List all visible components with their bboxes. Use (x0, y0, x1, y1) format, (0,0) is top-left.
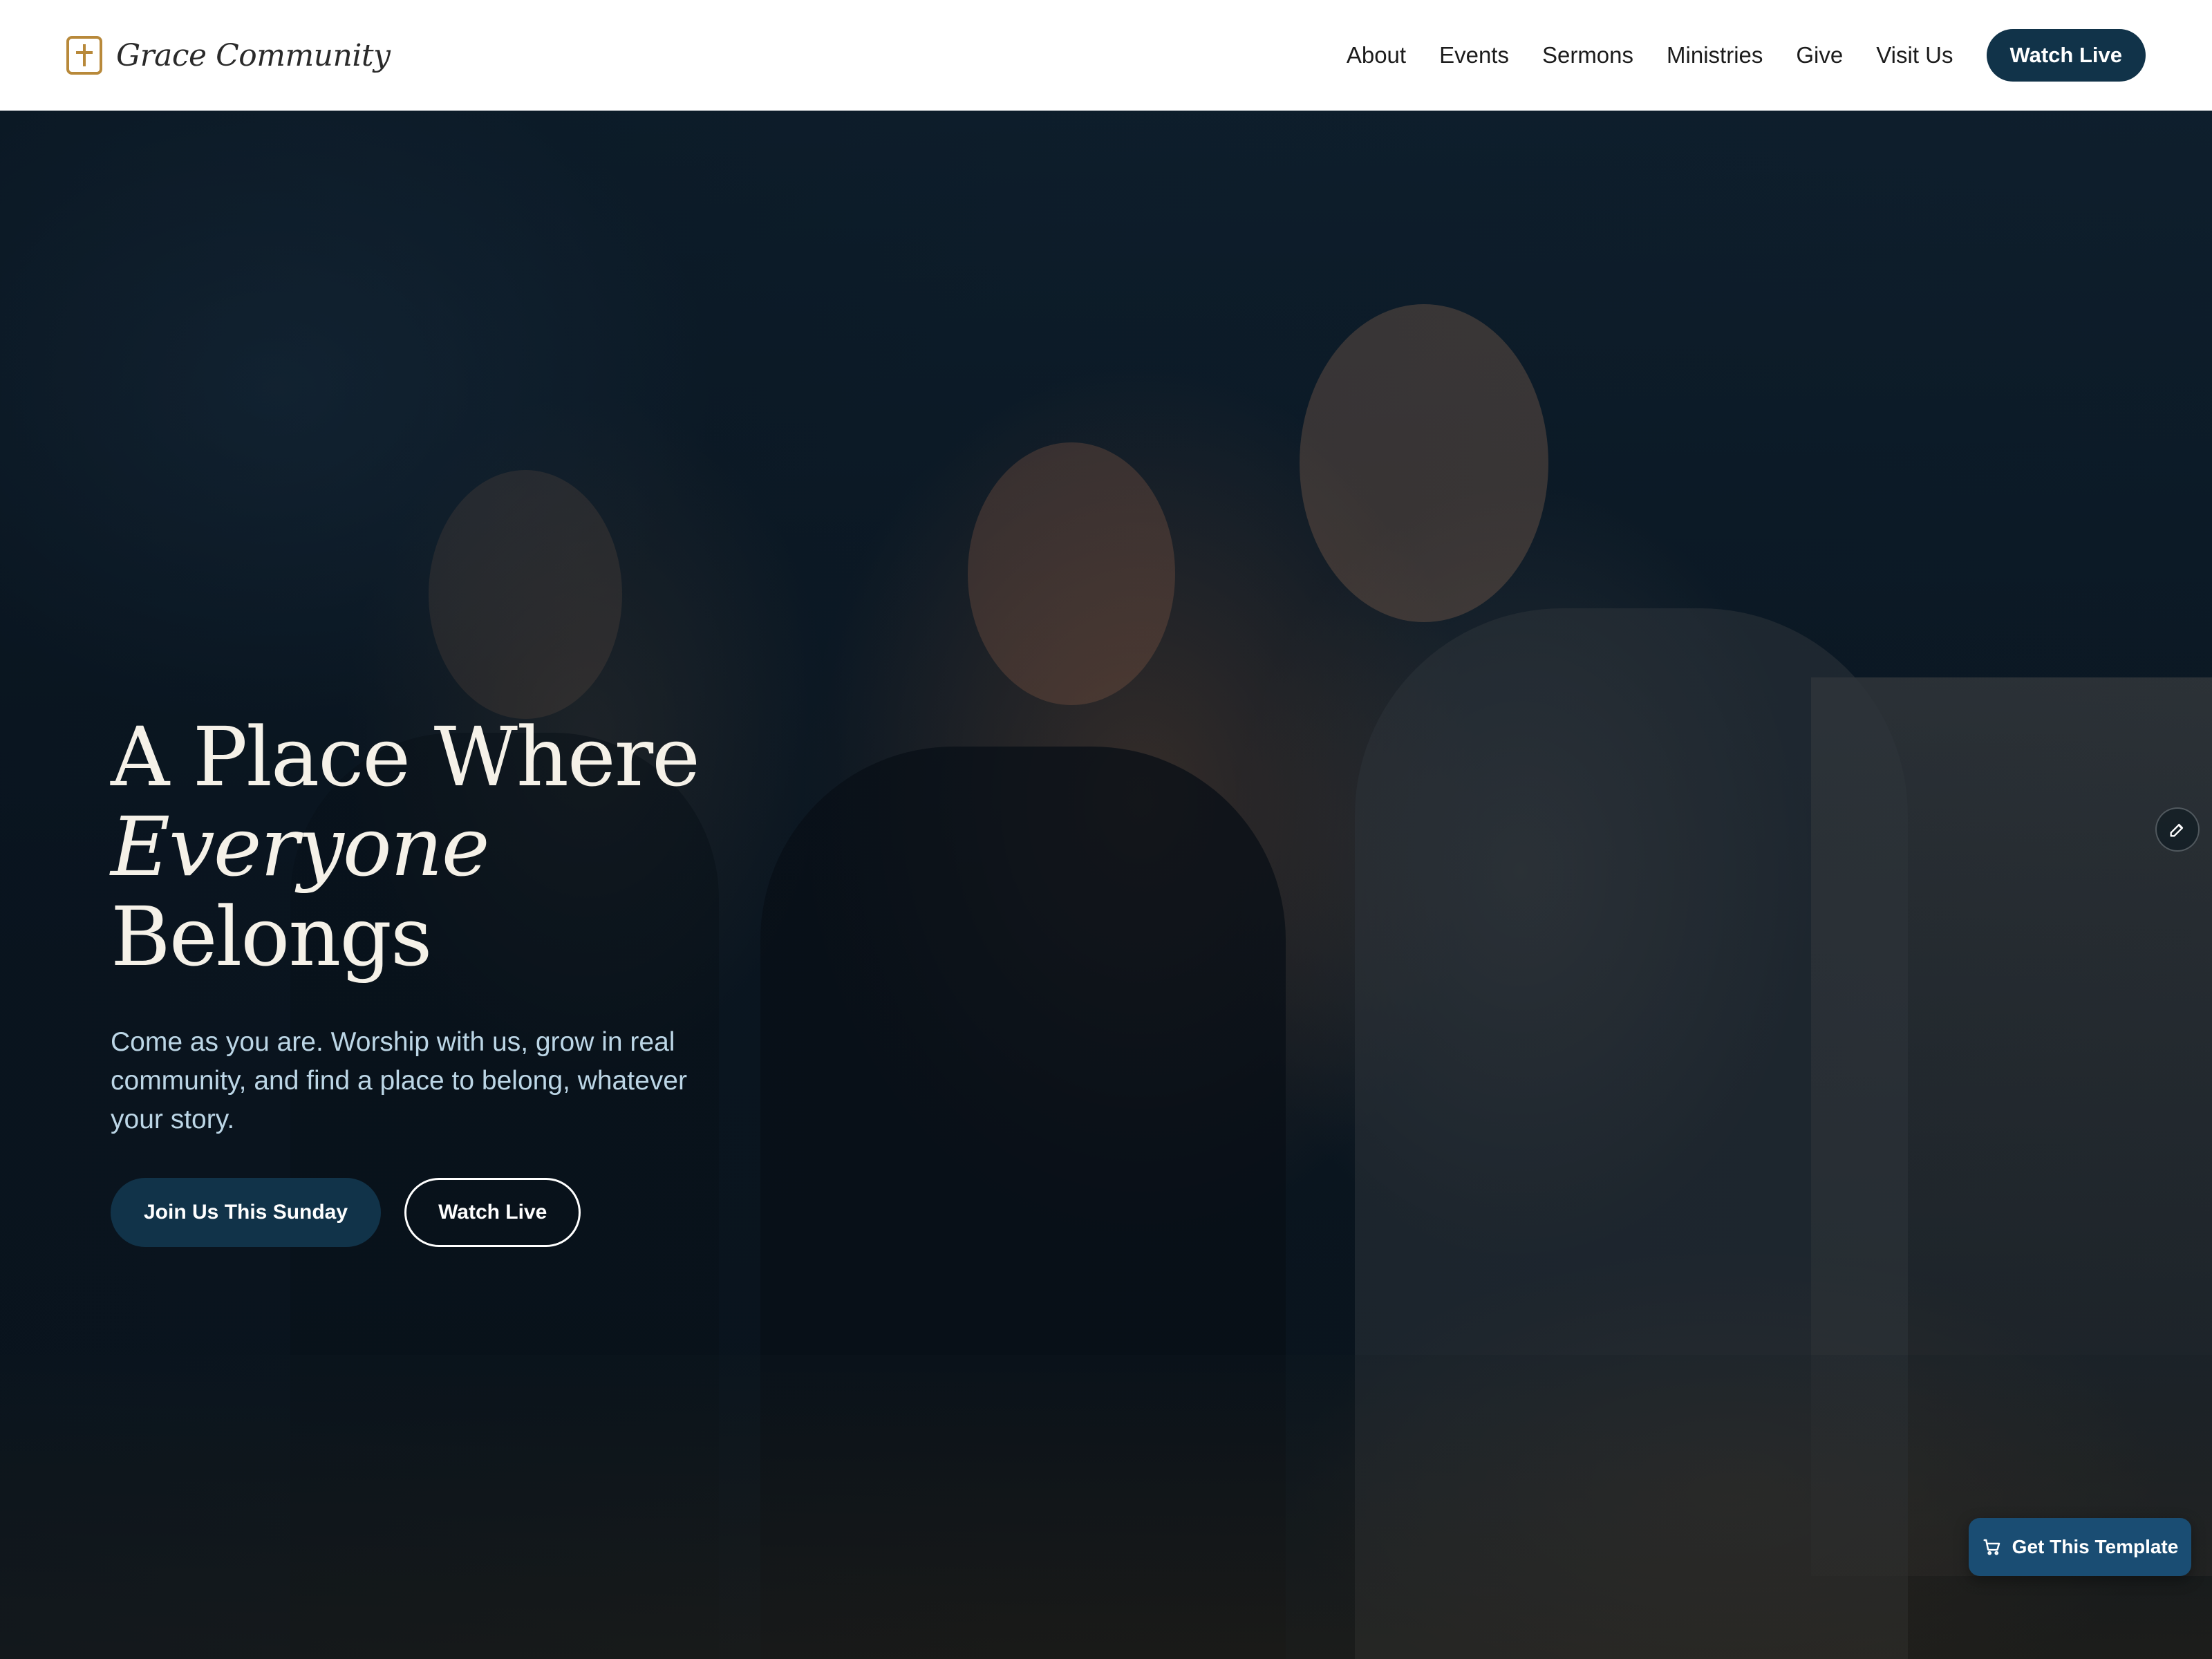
main-nav: About Events Sermons Ministries Give Vis… (1347, 29, 2146, 82)
get-template-label: Get This Template (2012, 1536, 2179, 1557)
hero-content: A Place Where Everyone Belongs Come as yo… (111, 712, 1009, 1247)
pencil-icon (2170, 823, 2184, 837)
hero-subtitle: Come as you are. Worship with us, grow i… (111, 1027, 687, 1134)
watch-live-hero-button[interactable]: Watch Live (404, 1178, 581, 1247)
nav-visit-us[interactable]: Visit Us (1876, 42, 1953, 68)
hero-title-prefix: A Place Where (111, 709, 700, 805)
nav-about[interactable]: About (1347, 42, 1406, 68)
edit-button[interactable] (2155, 807, 2200, 852)
cart-icon (1983, 1539, 2000, 1555)
hero-actions: Join Us This Sunday Watch Live (111, 1178, 1009, 1247)
join-sunday-button[interactable]: Join Us This Sunday (111, 1178, 382, 1247)
brand-name: Grace Community (116, 37, 391, 73)
hero-title-suffix: Belongs (111, 889, 432, 984)
hero-title: A Place Where Everyone Belongs (111, 712, 1009, 982)
brand-logo-link[interactable]: Grace Community (66, 36, 391, 75)
site-header: Grace Community About Events Sermons Min… (0, 0, 2212, 111)
nav-give[interactable]: Give (1796, 42, 1843, 68)
nav-events[interactable]: Events (1439, 42, 1509, 68)
cross-icon (66, 36, 102, 75)
watch-live-nav-button[interactable]: Watch Live (1986, 29, 2146, 82)
get-template-button[interactable]: Get This Template (1969, 1518, 2191, 1576)
nav-sermons[interactable]: Sermons (1542, 42, 1633, 68)
nav-ministries[interactable]: Ministries (1667, 42, 1763, 68)
hero-title-emphasis: Everyone (111, 799, 490, 894)
hero-section: A Place Where Everyone Belongs Come as yo… (0, 111, 2212, 1659)
